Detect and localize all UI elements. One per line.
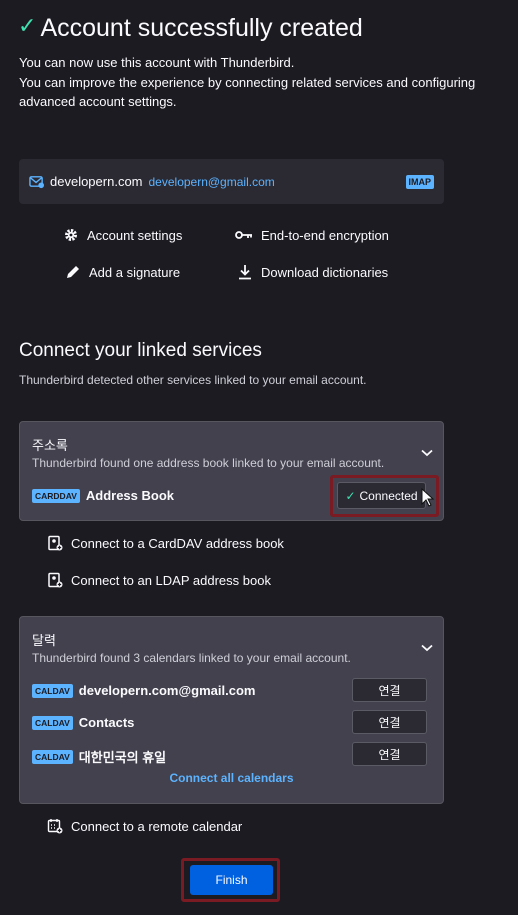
dictionaries-label: Download dictionaries [261, 264, 389, 280]
encryption-label: End-to-end encryption [261, 227, 389, 243]
address-book-row: CARDDAV Address Book [32, 488, 174, 503]
caldav-badge: CALDAV [32, 715, 73, 730]
description-line-2: You can improve the experience by connec… [19, 75, 476, 90]
ldap-link[interactable]: Connect to an LDAP address book [47, 572, 271, 588]
calendar-row: CALDAV 대한민국의 휴일 [32, 747, 166, 766]
chevron-down-icon[interactable] [421, 449, 433, 457]
gear-icon [65, 229, 77, 241]
calendar-add-icon [47, 819, 63, 834]
remote-calendar-label: Connect to a remote calendar [71, 818, 243, 834]
carddav-label: Connect to a CardDAV address book [71, 535, 284, 551]
calendar-name: 대한민국의 휴일 [78, 750, 167, 765]
account-name: developern.com [50, 174, 143, 189]
remote-calendar-link[interactable]: Connect to a remote calendar [47, 818, 242, 834]
account-card: developern.com developern@gmail.com IMAP [19, 159, 444, 204]
connected-label: Connected [359, 488, 418, 503]
protocol-badge: IMAP [405, 174, 434, 189]
connected-button[interactable]: ✓ Connected [337, 482, 426, 509]
section-title: Connect your linked services [19, 340, 262, 361]
signature-link[interactable]: Add a signature [65, 264, 180, 280]
connect-calendar-button[interactable]: 연결 [352, 742, 427, 766]
encryption-link[interactable]: End-to-end encryption [235, 227, 389, 243]
connect-calendar-button[interactable]: 연결 [352, 710, 427, 734]
dictionaries-link[interactable]: Download dictionaries [237, 264, 388, 280]
calendar-name: developern.com@gmail.com [78, 683, 256, 698]
finish-button[interactable]: Finish [190, 865, 273, 895]
calendar-name: Contacts [78, 715, 135, 730]
address-book-subtitle: Thunderbird found one address book linke… [32, 456, 385, 470]
calendar-card: 달력 Thunderbird found 3 calendars linked … [19, 616, 444, 804]
caldav-badge: CALDAV [32, 683, 73, 698]
ldap-label: Connect to an LDAP address book [71, 572, 271, 588]
account-email: developern@gmail.com [148, 174, 275, 189]
pen-icon [67, 266, 79, 278]
address-book-add-icon [48, 535, 63, 551]
caldav-badge: CALDAV [32, 749, 73, 764]
calendar-subtitle: Thunderbird found 3 calendars linked to … [32, 651, 351, 665]
address-book-add-icon [48, 572, 63, 588]
mail-icon [29, 176, 44, 189]
key-icon [235, 231, 252, 239]
account-settings-label: Account settings [87, 227, 183, 243]
account-settings-link[interactable]: Account settings [63, 227, 182, 243]
calendar-row: CALDAV developern.com@gmail.com [32, 683, 255, 698]
carddav-link[interactable]: Connect to a CardDAV address book [47, 535, 284, 551]
description-line-1: You can now use this account with Thunde… [19, 55, 295, 70]
calendar-row: CALDAV Contacts [32, 715, 134, 730]
chevron-down-icon[interactable] [421, 644, 433, 652]
check-icon: ✓ [345, 488, 356, 503]
carddav-badge: CARDDAV [32, 488, 80, 503]
calendar-title: 달력 [32, 633, 56, 648]
section-description: Thunderbird detected other services link… [19, 373, 367, 387]
address-book-card: 주소록 Thunderbird found one address book l… [19, 421, 444, 521]
page-title: Account successfully created [40, 14, 363, 42]
connect-all-calendars-link[interactable]: Connect all calendars [20, 771, 443, 785]
connect-calendar-button[interactable]: 연결 [352, 678, 427, 702]
checkmark-icon: ✓ [18, 12, 37, 38]
address-book-title: 주소록 [32, 438, 68, 453]
address-book-name: Address Book [85, 488, 175, 503]
signature-label: Add a signature [89, 264, 181, 280]
description-line-3: advanced account settings. [19, 94, 177, 109]
page-header: ✓ Account successfully created [18, 12, 363, 43]
mouse-cursor-icon [421, 488, 435, 507]
download-icon [239, 265, 251, 280]
